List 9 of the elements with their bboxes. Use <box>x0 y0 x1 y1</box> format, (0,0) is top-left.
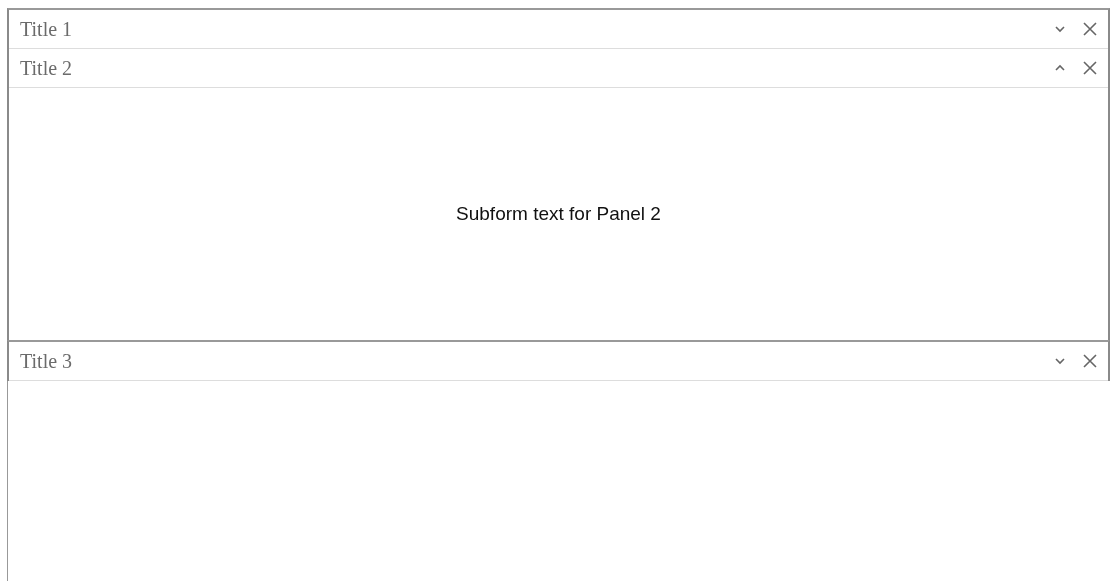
close-button[interactable] <box>1082 60 1098 76</box>
expand-button[interactable] <box>1054 23 1066 35</box>
close-button[interactable] <box>1082 21 1098 37</box>
panel-title: Title 3 <box>20 349 73 374</box>
expand-button[interactable] <box>1054 355 1066 367</box>
panel-title: Title 2 <box>20 56 73 81</box>
panel-title: Title 1 <box>20 17 73 42</box>
close-button[interactable] <box>1082 353 1098 369</box>
panel-body-text: Subform text for Panel 2 <box>456 201 661 226</box>
